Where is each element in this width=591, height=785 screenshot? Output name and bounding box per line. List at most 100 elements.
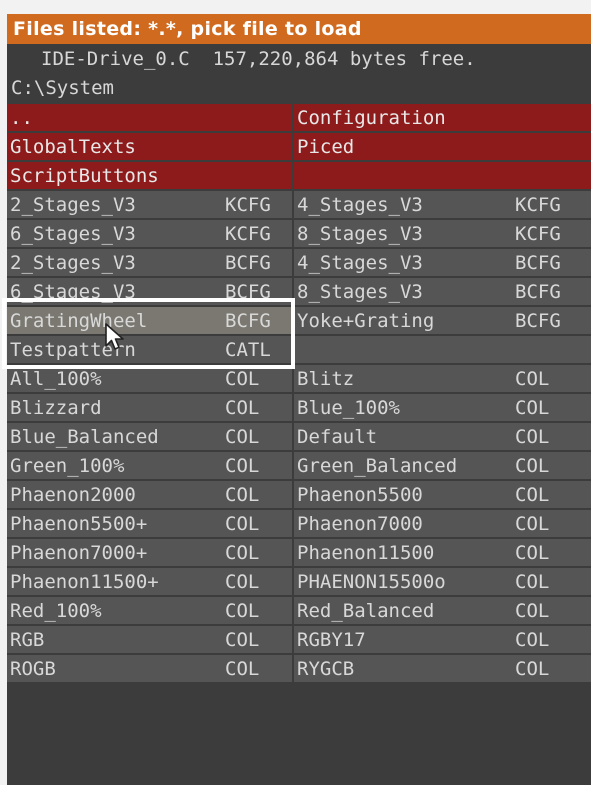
file-row: 6_Stages_V3 KCFG 8_Stages_V3 KCFG xyxy=(7,220,591,249)
file-name: 4_Stages_V3 xyxy=(297,194,423,216)
file-extension: COL xyxy=(515,658,550,680)
file-entry[interactable]: RGBY17 COL xyxy=(294,626,591,654)
file-extension: COL xyxy=(225,368,260,390)
current-path: C:\System xyxy=(7,74,591,103)
file-entry[interactable]: 8_Stages_V3 BCFG xyxy=(294,278,591,306)
file-name: ScriptButtons xyxy=(10,165,159,187)
file-name: Red_100% xyxy=(10,600,102,622)
file-entry[interactable]: Yoke+Grating BCFG xyxy=(294,307,591,335)
file-entry[interactable]: 2_Stages_V3 KCFG xyxy=(7,191,292,219)
file-entry[interactable]: Phaenon5500+ COL xyxy=(7,510,292,538)
mouse-pointer-icon xyxy=(105,323,124,350)
file-name: 2_Stages_V3 xyxy=(10,252,136,274)
file-row: RGB COL RGBY17 COL xyxy=(7,626,591,655)
file-extension: COL xyxy=(225,484,260,506)
file-extension: COL xyxy=(515,542,550,564)
file-extension: COL xyxy=(515,571,550,593)
file-extension: COL xyxy=(515,513,550,535)
file-row: 2_Stages_V3 KCFG 4_Stages_V3 KCFG xyxy=(7,191,591,220)
file-entry[interactable]: Blitz COL xyxy=(294,365,591,393)
file-row: GlobalTexts Piced xyxy=(7,133,591,162)
file-entry[interactable]: Phaenon2000 COL xyxy=(7,481,292,509)
file-extension: BCFG xyxy=(515,310,561,332)
file-extension: COL xyxy=(515,484,550,506)
file-entry[interactable]: Phaenon7000+ COL xyxy=(7,539,292,567)
file-extension: BCFG xyxy=(515,252,561,274)
file-entry[interactable]: GratingWheel BCFG xyxy=(7,307,292,335)
file-entry[interactable]: Green_100% COL xyxy=(7,452,292,480)
file-name: Default xyxy=(297,426,378,448)
file-name: .. xyxy=(10,107,33,129)
file-entry[interactable]: ROGB COL xyxy=(7,655,292,683)
file-extension: COL xyxy=(515,629,550,651)
folder-entry[interactable]: Piced xyxy=(294,133,591,161)
folder-entry[interactable]: GlobalTexts xyxy=(7,133,292,161)
file-extension: COL xyxy=(225,542,260,564)
file-entry[interactable]: Phaenon11500 COL xyxy=(294,539,591,567)
file-name: Phaenon7000+ xyxy=(10,542,148,564)
file-entry[interactable]: 4_Stages_V3 BCFG xyxy=(294,249,591,277)
file-entry[interactable]: 2_Stages_V3 BCFG xyxy=(7,249,292,277)
file-extension: COL xyxy=(225,513,260,535)
file-entry[interactable]: 8_Stages_V3 KCFG xyxy=(294,220,591,248)
file-name: Green_Balanced xyxy=(297,455,458,477)
file-name: Phaenon5500 xyxy=(297,484,423,506)
file-name: Blue_100% xyxy=(297,397,400,419)
file-row: ScriptButtons xyxy=(7,162,591,191)
file-entry[interactable]: Phaenon7000 COL xyxy=(294,510,591,538)
file-name: 8_Stages_V3 xyxy=(297,223,423,245)
folder-entry[interactable]: .. xyxy=(7,104,292,132)
file-extension: COL xyxy=(225,629,260,651)
file-name: Configuration xyxy=(297,107,446,129)
file-entry[interactable]: Blizzard COL xyxy=(7,394,292,422)
file-extension: COL xyxy=(225,397,260,419)
file-entry[interactable]: RGB COL xyxy=(7,626,292,654)
file-entry[interactable]: 6_Stages_V3 BCFG xyxy=(7,278,292,306)
file-row: 6_Stages_V3 BCFG 8_Stages_V3 BCFG xyxy=(7,278,591,307)
file-entry[interactable]: Red_100% COL xyxy=(7,597,292,625)
folder-entry[interactable]: ScriptButtons xyxy=(7,162,292,190)
drive-info: IDE-Drive_0.C 157,220,864 bytes free. xyxy=(7,45,591,74)
file-extension: COL xyxy=(515,455,550,477)
file-name: 2_Stages_V3 xyxy=(10,194,136,216)
file-entry[interactable]: Red_Balanced COL xyxy=(294,597,591,625)
folder-entry[interactable]: Configuration xyxy=(294,104,591,132)
file-extension: BCFG xyxy=(225,252,271,274)
file-entry[interactable]: RYGCB COL xyxy=(294,655,591,683)
file-entry[interactable]: Blue_Balanced COL xyxy=(7,423,292,451)
file-name: Phaenon11500+ xyxy=(10,571,159,593)
file-row: Blue_Balanced COL Default COL xyxy=(7,423,591,452)
file-entry[interactable]: All_100% COL xyxy=(7,365,292,393)
file-entry[interactable]: Phaenon5500 COL xyxy=(294,481,591,509)
file-name: ROGB xyxy=(10,658,56,680)
file-extension: BCFG xyxy=(225,281,271,303)
file-name: Yoke+Grating xyxy=(297,310,435,332)
file-name: RGBY17 xyxy=(297,629,366,651)
file-entry[interactable]: Blue_100% COL xyxy=(294,394,591,422)
file-name: Green_100% xyxy=(10,455,125,477)
file-name: 6_Stages_V3 xyxy=(10,223,136,245)
file-entry[interactable]: Testpattern CATL xyxy=(7,336,292,364)
file-entry[interactable]: 6_Stages_V3 KCFG xyxy=(7,220,292,248)
dialog-title: Files listed: *.*, pick file to load xyxy=(7,14,591,44)
file-name: GlobalTexts xyxy=(10,136,136,158)
file-row: Phaenon5500+ COL Phaenon7000 COL xyxy=(7,510,591,539)
file-row: Phaenon2000 COL Phaenon5500 COL xyxy=(7,481,591,510)
file-extension: KCFG xyxy=(515,194,561,216)
file-row: All_100% COL Blitz COL xyxy=(7,365,591,394)
file-row: .. Configuration xyxy=(7,104,591,133)
file-entry[interactable]: Default COL xyxy=(294,423,591,451)
file-entry[interactable]: PHAENON15500o COL xyxy=(294,568,591,596)
file-extension: COL xyxy=(225,658,260,680)
file-name: PHAENON15500o xyxy=(297,571,446,593)
file-name: Blue_Balanced xyxy=(10,426,159,448)
file-extension: BCFG xyxy=(225,310,271,332)
file-name: Phaenon2000 xyxy=(10,484,136,506)
file-row: ROGB COL RYGCB COL xyxy=(7,655,591,684)
file-entry[interactable]: Green_Balanced COL xyxy=(294,452,591,480)
file-entry[interactable]: 4_Stages_V3 KCFG xyxy=(294,191,591,219)
file-name: Piced xyxy=(297,136,355,158)
file-extension: COL xyxy=(225,571,260,593)
file-entry[interactable]: Phaenon11500+ COL xyxy=(7,568,292,596)
file-row: 2_Stages_V3 BCFG 4_Stages_V3 BCFG xyxy=(7,249,591,278)
